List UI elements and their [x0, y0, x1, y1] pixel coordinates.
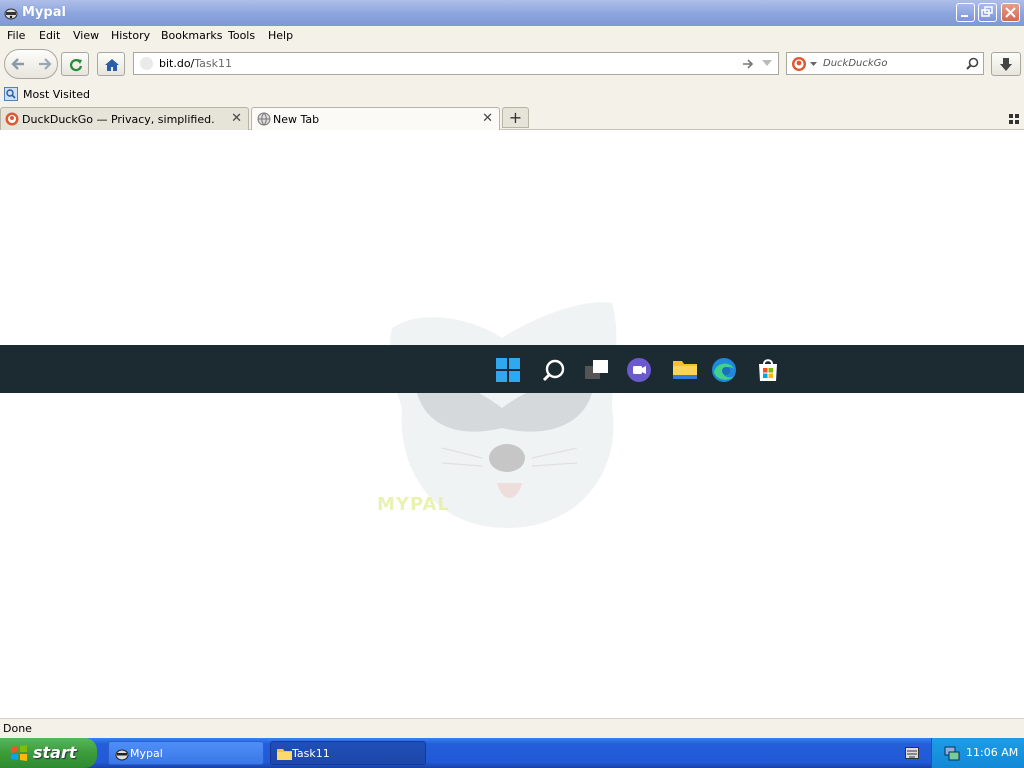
url-text: bit.do/Task11 — [159, 57, 232, 70]
logo-text: MYPAL — [377, 494, 450, 515]
clock[interactable]: 11:06 AM — [966, 746, 1018, 759]
start-button[interactable]: start — [0, 738, 97, 768]
task-view-icon — [585, 360, 608, 379]
duckduckgo-favicon-icon — [5, 112, 19, 126]
globe-icon — [257, 112, 271, 126]
dropdown-arrow-icon[interactable] — [762, 60, 772, 68]
mypal-raccoon-icon — [4, 8, 18, 20]
menu-bar: File Edit View History Bookmarks Tools H… — [0, 26, 1024, 46]
window-title: Mypal — [22, 5, 66, 20]
reload-icon — [69, 59, 83, 72]
menu-help[interactable]: Help — [268, 29, 293, 42]
start-label: start — [33, 743, 77, 762]
windows-flag-icon — [11, 745, 27, 761]
bookmarks-toolbar: Most Visited — [0, 84, 1024, 105]
navigation-toolbar: bit.do/Task11 DuckDuckGo — [0, 46, 1024, 84]
teams-chat-icon — [627, 358, 651, 382]
search-engine-dropdown-icon[interactable] — [810, 62, 817, 67]
search-box[interactable]: DuckDuckGo — [786, 52, 984, 75]
menu-tools[interactable]: Tools — [228, 29, 255, 42]
tab-close-icon[interactable]: ✕ — [482, 111, 493, 126]
menu-file[interactable]: File — [7, 29, 25, 42]
url-bar[interactable]: bit.do/Task11 — [133, 52, 779, 75]
back-arrow-icon[interactable] — [10, 55, 28, 73]
most-visited-icon — [4, 87, 18, 101]
bookmark-most-visited[interactable]: Most Visited — [23, 88, 90, 101]
search-placeholder: DuckDuckGo — [823, 58, 888, 69]
folder-icon — [277, 749, 292, 760]
reload-button[interactable] — [61, 52, 89, 76]
duckduckgo-icon[interactable] — [791, 56, 807, 72]
forward-arrow-icon[interactable] — [36, 55, 54, 73]
taskbar-item-mypal[interactable]: Mypal — [108, 741, 264, 765]
status-text: Done — [3, 722, 32, 735]
url-path: Task11 — [194, 57, 233, 70]
taskbar-item-label: Task11 — [292, 747, 330, 760]
downloads-button[interactable] — [991, 52, 1021, 76]
tab-groups-icon[interactable] — [1009, 114, 1019, 124]
tab-label: New Tab — [273, 113, 320, 126]
restore-icon — [981, 6, 993, 17]
menu-edit[interactable]: Edit — [39, 29, 60, 42]
file-explorer-icon — [673, 361, 697, 379]
download-icon — [1000, 58, 1012, 71]
back-forward-group — [4, 49, 58, 79]
tab-close-icon[interactable]: ✕ — [231, 111, 242, 126]
search-icon — [542, 359, 565, 382]
tab-duckduckgo[interactable]: DuckDuckGo — Privacy, simplified. ✕ — [0, 107, 249, 130]
page-content: MYPAL — [0, 130, 1024, 718]
tab-label: DuckDuckGo — Privacy, simplified. — [22, 113, 215, 126]
windows-start-icon — [496, 358, 520, 382]
xp-taskbar: start Mypal Task11 11:06 AM — [0, 738, 1024, 768]
new-tab-button[interactable]: + — [502, 107, 529, 128]
taskbar-item-task11[interactable]: Task11 — [270, 741, 426, 765]
title-bar: Mypal — [0, 0, 1024, 26]
network-icon[interactable] — [943, 744, 961, 762]
url-host: bit.do/ — [159, 57, 195, 70]
home-button[interactable] — [97, 52, 125, 76]
system-tray: 11:06 AM — [931, 738, 1024, 768]
menu-view[interactable]: View — [73, 29, 99, 42]
edge-icon — [712, 358, 736, 382]
minimize-icon — [961, 15, 968, 17]
status-bar: Done — [0, 718, 1024, 738]
page-favicon — [140, 57, 153, 70]
keyboard-icon[interactable] — [905, 747, 919, 759]
tab-new-tab[interactable]: New Tab ✕ — [251, 107, 500, 130]
menu-bookmarks[interactable]: Bookmarks — [161, 29, 222, 42]
go-arrow-icon[interactable] — [742, 58, 754, 70]
raccoon-icon — [115, 749, 129, 761]
close-button[interactable] — [1001, 3, 1020, 22]
close-icon — [1005, 7, 1016, 18]
taskbar-item-label: Mypal — [130, 747, 163, 760]
win11-taskbar-image — [0, 345, 1024, 393]
search-icon[interactable] — [966, 57, 979, 70]
store-icon — [759, 359, 777, 381]
minimize-button[interactable] — [956, 3, 975, 22]
restore-button[interactable] — [978, 3, 997, 22]
home-icon — [105, 59, 119, 71]
menu-history[interactable]: History — [111, 29, 150, 42]
